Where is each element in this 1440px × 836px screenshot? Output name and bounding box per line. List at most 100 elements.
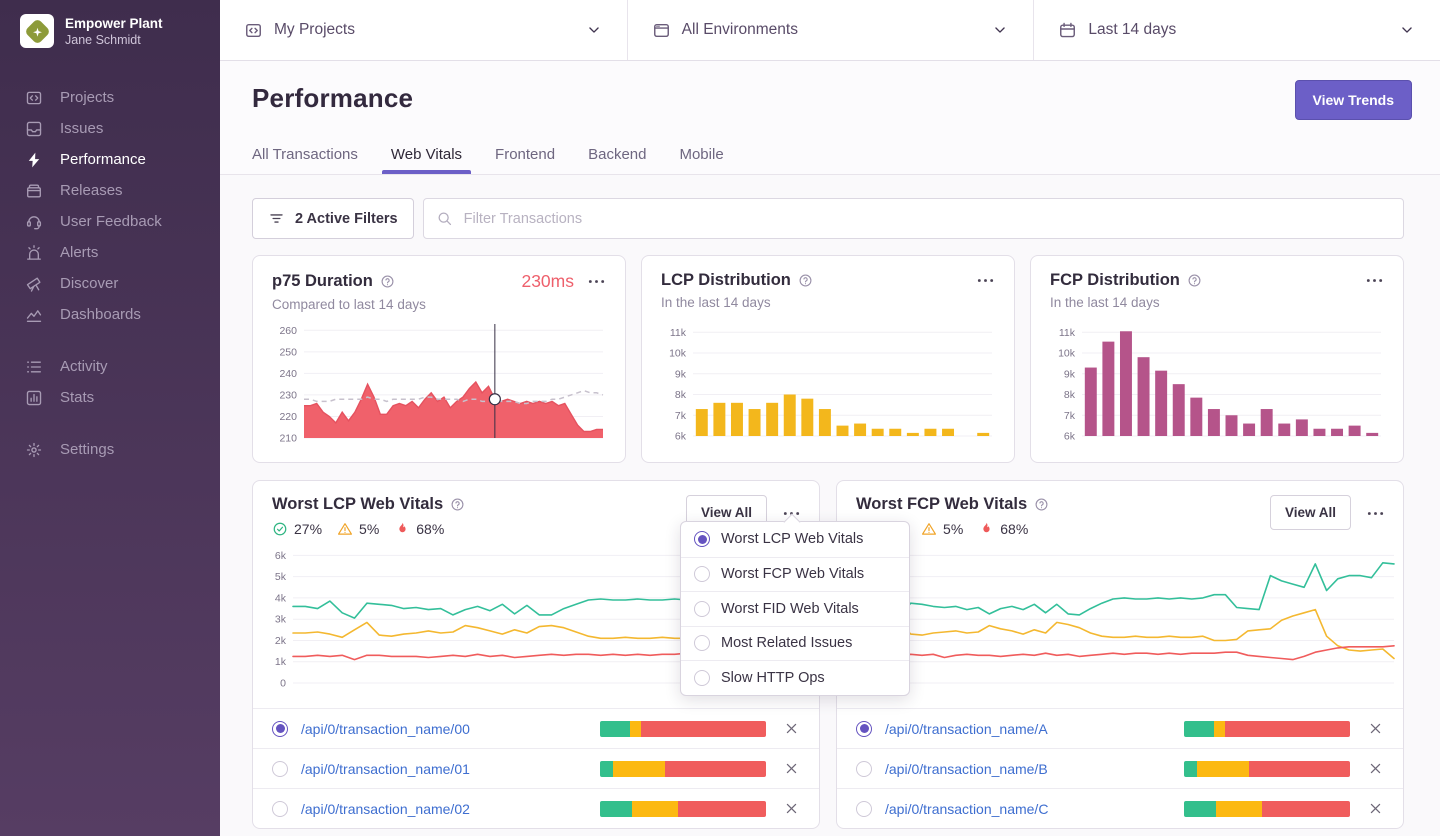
environment-icon	[652, 21, 671, 40]
sidebar-item-label: Alerts	[60, 244, 99, 261]
vital-percent: 5%	[359, 521, 380, 537]
dropdown-option-worst-lcp-web-vitals[interactable]: Worst LCP Web Vitals	[681, 522, 909, 557]
sidebar: Empower Plant Jane Schmidt Projects Issue…	[0, 0, 220, 836]
sidebar-item-discover[interactable]: Discover	[0, 268, 220, 299]
context-menu-icon[interactable]	[1366, 504, 1385, 523]
tab-all-transactions[interactable]: All Transactions	[252, 146, 358, 174]
sidebar-item-projects[interactable]: Projects	[0, 82, 220, 113]
row-radio[interactable]	[856, 720, 872, 737]
sidebar-item-performance[interactable]: Performance	[0, 144, 220, 175]
row-radio[interactable]	[856, 800, 872, 817]
main-content: 2 Active Filters p75 Duration 230ms Comp…	[220, 175, 1440, 836]
date-range-label: Last 14 days	[1088, 21, 1177, 38]
close-icon[interactable]	[1367, 800, 1384, 817]
tab-backend[interactable]: Backend	[588, 146, 646, 174]
project-picker[interactable]: My Projects	[220, 0, 627, 60]
projects-icon	[25, 89, 43, 107]
tab-mobile[interactable]: Mobile	[679, 146, 723, 174]
environment-picker-label: All Environments	[681, 21, 798, 38]
sidebar-item-activity[interactable]: Activity	[0, 351, 220, 382]
vital-stat-red: 68%	[394, 521, 444, 537]
option-label: Slow HTTP Ops	[721, 669, 825, 686]
vital-stat-yellow: 5%	[921, 521, 963, 537]
sidebar-item-label: Discover	[60, 275, 119, 292]
svg-text:4k: 4k	[275, 592, 287, 604]
svg-text:250: 250	[279, 346, 297, 358]
warning-triangle-icon	[921, 521, 937, 537]
date-range-picker[interactable]: Last 14 days	[1033, 0, 1440, 60]
dropdown-option-slow-http-ops[interactable]: Slow HTTP Ops	[681, 660, 909, 695]
help-icon[interactable]	[1187, 273, 1202, 288]
transaction-link[interactable]: /api/0/transaction_name/00	[301, 721, 470, 737]
environment-picker[interactable]: All Environments	[626, 0, 1034, 60]
fire-icon	[978, 521, 994, 537]
view-all-button[interactable]: View All	[1269, 495, 1351, 530]
transaction-link[interactable]: /api/0/transaction_name/02	[301, 801, 470, 817]
sidebar-item-alerts[interactable]: Alerts	[0, 237, 220, 268]
row-radio[interactable]	[272, 800, 288, 817]
help-icon[interactable]	[450, 497, 465, 512]
card-subtitle: In the last 14 days	[661, 295, 771, 310]
context-menu-icon[interactable]	[976, 271, 995, 290]
close-icon[interactable]	[783, 760, 800, 777]
option-radio[interactable]	[694, 600, 710, 617]
option-radio[interactable]	[694, 669, 710, 686]
svg-text:10k: 10k	[1058, 348, 1076, 360]
context-menu-icon[interactable]	[1365, 271, 1384, 290]
worst-fcp-chart: 01k2k3k4k5k6k	[859, 550, 1395, 690]
transaction-link[interactable]: /api/0/transaction_name/A	[885, 721, 1048, 737]
transaction-row: /api/0/transaction_name/C	[837, 788, 1403, 828]
org-switcher[interactable]: Empower Plant Jane Schmidt	[0, 0, 220, 48]
svg-text:2k: 2k	[275, 635, 287, 647]
help-icon[interactable]	[798, 273, 813, 288]
close-icon[interactable]	[1367, 720, 1384, 737]
row-radio[interactable]	[856, 760, 872, 777]
transaction-row: /api/0/transaction_name/A	[837, 708, 1403, 748]
option-radio[interactable]	[694, 531, 710, 548]
context-menu-icon[interactable]	[587, 272, 606, 291]
lcp-distribution-chart: 6k 7k 8k 9k 10k 11k	[669, 327, 992, 443]
transaction-link[interactable]: /api/0/transaction_name/B	[885, 761, 1048, 777]
dropdown-option-most-related-issues[interactable]: Most Related Issues	[681, 625, 909, 661]
help-icon[interactable]	[380, 274, 395, 289]
alerts-icon	[25, 244, 43, 262]
option-radio[interactable]	[694, 566, 710, 583]
performance-tabs: All Transactions Web Vitals Frontend Backen…	[252, 146, 724, 174]
card-title: LCP Distribution	[661, 271, 791, 289]
view-trends-button[interactable]: View Trends	[1294, 80, 1412, 120]
tab-web-vitals[interactable]: Web Vitals	[381, 146, 472, 174]
releases-icon	[25, 182, 43, 200]
sidebar-item-releases[interactable]: Releases	[0, 175, 220, 206]
option-radio[interactable]	[694, 635, 710, 652]
sidebar-item-user-feedback[interactable]: User Feedback	[0, 206, 220, 237]
close-icon[interactable]	[1367, 760, 1384, 777]
dropdown-option-worst-fid-web-vitals[interactable]: Worst FID Web Vitals	[681, 591, 909, 626]
page-header: Performance View Trends All Transactions…	[220, 61, 1440, 175]
transaction-link[interactable]: /api/0/transaction_name/C	[885, 801, 1048, 817]
svg-text:10k: 10k	[669, 348, 687, 360]
dashboards-icon	[25, 306, 43, 324]
transaction-row: /api/0/transaction_name/B	[837, 748, 1403, 788]
sidebar-item-issues[interactable]: Issues	[0, 113, 220, 144]
sidebar-item-dashboards[interactable]: Dashboards	[0, 299, 220, 330]
lcp-distribution-card: LCP Distribution In the last 14 days 6k 7…	[641, 255, 1015, 463]
vitals-distribution-bar	[1184, 760, 1350, 777]
tab-frontend[interactable]: Frontend	[495, 146, 555, 174]
close-icon[interactable]	[783, 800, 800, 817]
sidebar-item-stats[interactable]: Stats	[0, 382, 220, 413]
sidebar-item-settings[interactable]: Settings	[0, 434, 220, 465]
card-title: Worst FCP Web Vitals	[856, 495, 1028, 513]
transaction-link[interactable]: /api/0/transaction_name/01	[301, 761, 470, 777]
search-input[interactable]	[423, 199, 1403, 238]
svg-text:6k: 6k	[675, 431, 687, 443]
svg-text:240: 240	[279, 368, 297, 380]
dropdown-option-worst-fcp-web-vitals[interactable]: Worst FCP Web Vitals	[681, 556, 909, 592]
search-icon	[436, 210, 453, 227]
p75-duration-chart: 210 220 230 240 250 260	[279, 324, 604, 445]
row-radio[interactable]	[272, 760, 288, 777]
vital-percent: 5%	[943, 521, 964, 537]
row-radio[interactable]	[272, 720, 288, 737]
close-icon[interactable]	[783, 720, 800, 737]
help-icon[interactable]	[1034, 497, 1049, 512]
active-filters-button[interactable]: 2 Active Filters	[252, 198, 414, 239]
